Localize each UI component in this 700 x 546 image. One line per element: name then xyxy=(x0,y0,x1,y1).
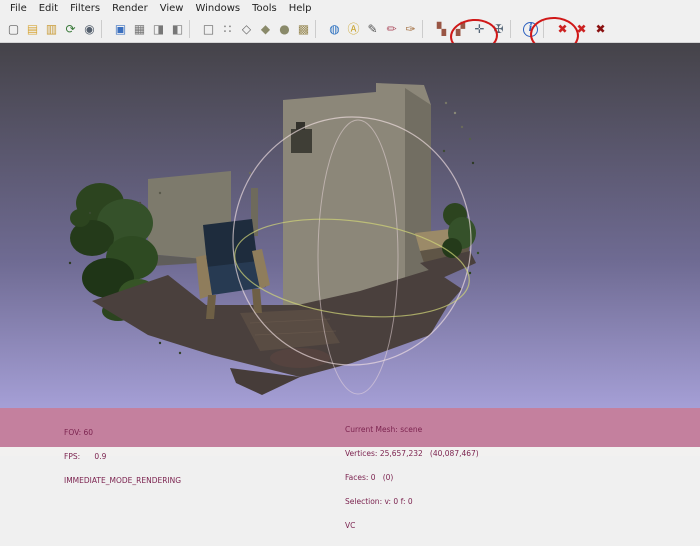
status-selection: Selection: v: 0 f: 0 xyxy=(345,497,413,506)
toolbar-separator xyxy=(510,20,518,38)
points-render-mode-icon[interactable]: ∷ xyxy=(219,20,236,38)
bbox-render-mode-icon[interactable]: □ xyxy=(200,20,217,38)
menu-item-file[interactable]: File xyxy=(4,2,33,15)
toolbar-separator xyxy=(101,20,109,38)
letter-a-decoration-icon[interactable]: Ⓐ xyxy=(345,20,362,38)
unsplit-view-icon[interactable]: ◧ xyxy=(169,20,186,38)
reload-mesh-icon[interactable]: ⟳ xyxy=(62,20,79,38)
status-fps: FPS: 0.9 xyxy=(64,452,107,461)
3d-viewport[interactable] xyxy=(0,43,700,408)
floor-mesh xyxy=(92,269,462,395)
status-render-mode: IMMEDIATE_MODE_RENDERING xyxy=(64,476,182,485)
show-layers-icon[interactable]: ▣ xyxy=(112,20,129,38)
menu-item-edit[interactable]: Edit xyxy=(33,2,64,15)
select-faces-icon[interactable]: ▞ xyxy=(452,20,469,38)
menu-item-help[interactable]: Help xyxy=(283,2,318,15)
save-project-icon[interactable]: ▥ xyxy=(43,20,60,38)
select-vertices-icon[interactable]: ▚ xyxy=(433,20,450,38)
status-right-block: Current Mesh: scene Vertices: 25,657,232… xyxy=(345,410,479,546)
toolbar-separator xyxy=(315,20,323,38)
menu-item-windows[interactable]: Windows xyxy=(189,2,246,15)
menu-item-render[interactable]: Render xyxy=(106,2,154,15)
texture-render-mode-icon[interactable]: ▩ xyxy=(295,20,312,38)
globe-decoration-icon[interactable]: ◍ xyxy=(326,20,343,38)
menu-item-filters[interactable]: Filters xyxy=(64,2,106,15)
status-current-mesh: Current Mesh: scene xyxy=(345,425,423,434)
menu-item-tools[interactable]: Tools xyxy=(246,2,283,15)
delete-rasters-icon[interactable]: ✖ xyxy=(592,20,609,38)
paint-tool-icon[interactable]: ✏ xyxy=(383,20,400,38)
toolbar-separator xyxy=(543,20,551,38)
status-band: FOV: 60 FPS: 0.9 IMMEDIATE_MODE_RENDERIN… xyxy=(0,408,700,530)
delete-all-meshes-icon[interactable]: ✖ xyxy=(573,20,590,38)
status-faces: Faces: 0 (0) xyxy=(345,473,394,482)
menu-bar: File Edit Filters Render View Windows Tools Hel… xyxy=(0,0,700,16)
toolbar-separator xyxy=(189,20,197,38)
scene-render xyxy=(68,83,480,395)
layer-info-icon[interactable]: i xyxy=(523,21,538,37)
new-project-icon[interactable]: ▢ xyxy=(5,20,22,38)
status-vertices: Vertices: 25,657,232 (40,087,467) xyxy=(345,449,479,458)
open-project-icon[interactable]: ▤ xyxy=(24,20,41,38)
status-left-block: FOV: 60 FPS: 0.9 IMMEDIATE_MODE_RENDERIN… xyxy=(64,413,181,501)
fill-tool-icon[interactable]: ✑ xyxy=(402,20,419,38)
toolbar-separator xyxy=(422,20,430,38)
status-vc: VC xyxy=(345,521,356,530)
delete-current-mesh-icon[interactable]: ✖ xyxy=(554,20,571,38)
manipulator-tool-icon[interactable]: ✛ xyxy=(471,20,488,38)
smooth-render-mode-icon[interactable]: ● xyxy=(276,20,293,38)
wireframe-render-mode-icon[interactable]: ◇ xyxy=(238,20,255,38)
save-snapshot-icon[interactable]: ◉ xyxy=(81,20,98,38)
measure-tool-icon[interactable]: ✎ xyxy=(364,20,381,38)
flat-render-mode-icon[interactable]: ◆ xyxy=(257,20,274,38)
split-view-icon[interactable]: ◨ xyxy=(150,20,167,38)
menu-item-view[interactable]: View xyxy=(154,2,190,15)
toolbar: ▢ ▤ ▥ ⟳ ◉ ▣ ▦ ◨ ◧ □ ∷ ◇ ◆ ● ▩ ◍ Ⓐ ✎ ✏ ✑ ▚ ▞ ✛ ✠ i ✖ ✖ ✖ xyxy=(0,15,700,55)
align-tool-icon[interactable]: ✠ xyxy=(490,20,507,38)
toolbar-icons: ▢ ▤ ▥ ⟳ ◉ ▣ ▦ ◨ ◧ □ ∷ ◇ ◆ ● ▩ ◍ Ⓐ ✎ ✏ ✑ ▚ ▞ ✛ ✠ i ✖ ✖ ✖ xyxy=(4,20,610,38)
status-fov: FOV: 60 xyxy=(64,428,94,437)
show-rasters-icon[interactable]: ▦ xyxy=(131,20,148,38)
